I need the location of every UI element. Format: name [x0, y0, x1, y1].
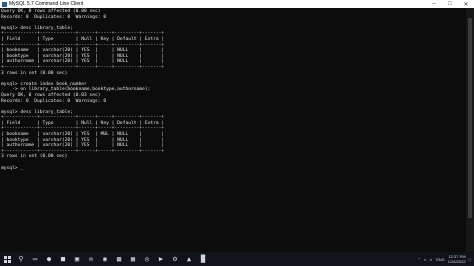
close-button[interactable]: ✕	[458, 0, 474, 8]
network-icon[interactable]: ≈	[424, 257, 426, 262]
console-lines: Query OK, 0 rows affected (0.00 sec) Reco…	[0, 8, 466, 171]
task-view-icon[interactable]: ▭	[28, 252, 42, 266]
media-icon[interactable]: ▶	[154, 252, 168, 266]
office-icon[interactable]: ▦	[126, 252, 140, 266]
spotify-icon[interactable]: ◎	[140, 252, 154, 266]
mysql-app-icon	[2, 1, 7, 7]
notifications-icon[interactable]: □	[469, 257, 471, 262]
windows-logo-icon	[3, 255, 11, 263]
taskbar: ⚲ ▭ ● ■ ▣ ✉ ◉ ▩ ▦ ◎ ▶ ⚙ ▲ █ ⌃ ≈ ♬ ENG 12…	[0, 252, 474, 266]
mysql-taskbar-icon[interactable]: ▩	[112, 252, 126, 266]
edge-browser-icon[interactable]: ●	[42, 252, 56, 266]
title-bar: MySQL 5.7 Command Line Client – □ ✕	[0, 0, 474, 8]
chrome-icon[interactable]: ◉	[98, 252, 112, 266]
console-line: mysql> _	[1, 165, 24, 171]
language-indicator[interactable]: ENG	[436, 257, 445, 262]
settings-icon[interactable]: ⚙	[168, 252, 182, 266]
minimize-button[interactable]: –	[426, 0, 442, 8]
scrollbar-thumb[interactable]	[468, 18, 472, 218]
window-title: MySQL 5.7 Command Line Client	[9, 1, 84, 7]
system-tray: ⌃ ≈ ♬ ENG 12:37 PM 1/26/2022 □	[418, 254, 474, 264]
maximize-button[interactable]: □	[442, 0, 458, 8]
volume-icon[interactable]: ♬	[429, 257, 433, 262]
store-icon[interactable]: ▣	[70, 252, 84, 266]
tray-chevron-icon[interactable]: ⌃	[418, 257, 421, 262]
mail-icon[interactable]: ✉	[84, 252, 98, 266]
clock-date: 1/26/2022	[447, 259, 466, 264]
photos-icon[interactable]: ▲	[182, 252, 196, 266]
start-button[interactable]	[0, 252, 14, 266]
search-icon[interactable]: ⚲	[14, 252, 28, 266]
file-explorer-icon[interactable]: ■	[56, 252, 70, 266]
terminal-icon[interactable]: █	[196, 252, 210, 266]
console-output[interactable]: Query OK, 0 rows affected (0.00 sec) Reco…	[0, 8, 466, 252]
console-scrollbar[interactable]	[466, 8, 474, 252]
clock[interactable]: 12:37 PM 1/26/2022	[448, 254, 466, 264]
